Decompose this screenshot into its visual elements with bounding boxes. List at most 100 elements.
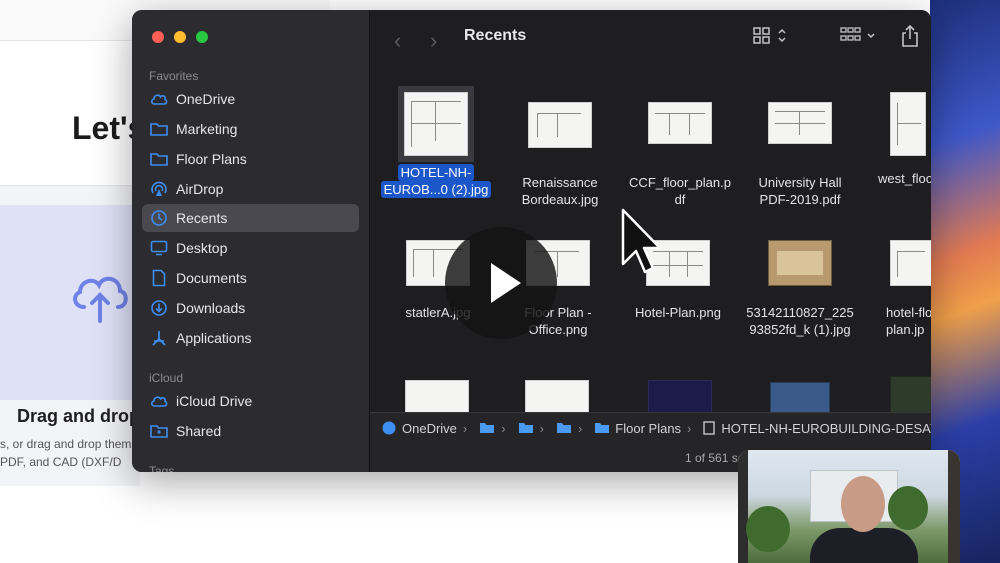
folder-icon: [595, 423, 610, 433]
path-bar: OneDrive › › › › Floor Plans › HOTEL-NH-…: [370, 412, 931, 443]
image-file-icon: [703, 421, 716, 435]
file-thumbnail: [890, 92, 926, 156]
file-name-line: plan.jp: [886, 322, 925, 337]
path-segment-label: Floor Plans: [615, 420, 682, 436]
folder-icon: [150, 150, 168, 168]
file-name-line: EUROB...0 (2).jpg: [380, 181, 492, 198]
folder-icon: [556, 423, 571, 433]
file-thumbnail[interactable]: [525, 380, 589, 416]
path-segment-folder[interactable]: [479, 422, 495, 434]
file-thumbnail[interactable]: [770, 382, 830, 416]
sidebar-item-documents[interactable]: Documents: [142, 264, 359, 292]
file-item[interactable]: CCF_floor_plan.p df: [620, 102, 740, 208]
chevron-right-icon: ›: [539, 420, 544, 436]
sidebar-item-shared[interactable]: Shared: [142, 417, 359, 445]
cloud-icon: [150, 90, 168, 108]
folder-icon: [518, 423, 533, 433]
file-thumbnail[interactable]: [648, 380, 712, 416]
sidebar-item-airdrop[interactable]: AirDrop: [142, 175, 359, 203]
file-item[interactable]: Renaissance Bordeaux.jpg: [500, 102, 620, 208]
sidebar-item-icloud-drive[interactable]: iCloud Drive: [142, 387, 359, 415]
cloud-upload-icon: [73, 276, 128, 323]
sidebar-item-label: Marketing: [176, 121, 238, 137]
file-item[interactable]: west_floo: [860, 92, 931, 187]
file-name: HOTEL-NH- EUROB...0 (2).jpg: [376, 164, 496, 198]
file-name-line: 93852fd_k (1).jpg: [749, 322, 851, 337]
file-name-line: CCF_floor_plan.p: [629, 175, 731, 190]
sidebar-item-label: Documents: [176, 270, 247, 286]
sidebar-item-downloads[interactable]: Downloads: [142, 294, 359, 322]
finder-sidebar: Favorites OneDrive Marketing Floor Plans…: [132, 10, 370, 472]
sidebar-item-onedrive[interactable]: OneDrive: [142, 85, 359, 113]
sidebar-item-label: Floor Plans: [176, 151, 247, 167]
sidebar-item-label: AirDrop: [176, 181, 224, 197]
file-name-line: df: [674, 192, 686, 207]
file-name-line: University Hall: [758, 175, 842, 190]
file-item[interactable]: hotel-flo plan.jp: [860, 240, 931, 338]
folder-icon: [150, 120, 168, 138]
sidebar-item-desktop[interactable]: Desktop: [142, 234, 359, 262]
file-name-line: hotel-flo: [886, 305, 931, 320]
back-arrow-icon[interactable]: ‹: [394, 28, 401, 54]
video-play-button[interactable]: [445, 227, 557, 339]
supported-formats: PDF, and CAD (DXF/D: [0, 455, 122, 469]
file-item[interactable]: 53142110827_225 93852fd_k (1).jpg: [740, 240, 860, 338]
sidebar-item-label: Shared: [176, 423, 222, 439]
file-thumbnail: [648, 102, 712, 144]
file-item[interactable]: University Hall PDF-2019.pdf: [740, 102, 860, 208]
path-segment-folder[interactable]: [556, 422, 572, 434]
file-thumbnail: [768, 240, 832, 286]
group-by-menu-icon[interactable]: [840, 26, 882, 46]
file-name-line: 53142110827_225: [746, 305, 854, 320]
close-window-button[interactable]: [152, 31, 164, 43]
forward-arrow-icon[interactable]: ›: [430, 28, 437, 54]
chevron-right-icon: ›: [687, 420, 692, 436]
file-name-line: HOTEL-NH-: [397, 164, 475, 181]
tree: [888, 486, 928, 530]
drop-instructions: s, or drag and drop them: [0, 437, 132, 451]
file-name-line: west_floo: [878, 171, 931, 186]
zoom-window-button[interactable]: [196, 31, 208, 43]
path-segment-label: HOTEL-NH-EUROBUILDING-DESAYUNADOR: [721, 420, 931, 436]
file-name: west_floo: [878, 170, 931, 187]
path-segment-label: OneDrive: [402, 420, 457, 436]
play-icon: [491, 263, 521, 303]
file-name-line: Renaissance: [522, 175, 598, 190]
tags-section-label: Tags: [149, 464, 175, 472]
sidebar-item-applications[interactable]: Applications: [142, 324, 359, 352]
file-thumbnail: [398, 86, 474, 162]
sidebar-item-label: OneDrive: [176, 91, 236, 107]
sidebar-item-label: Downloads: [176, 300, 246, 316]
file-name: Hotel-Plan.png: [618, 304, 738, 321]
file-thumbnail[interactable]: [890, 376, 931, 416]
sidebar-item-marketing[interactable]: Marketing: [142, 115, 359, 143]
favorites-section-label: Favorites: [149, 69, 199, 83]
file-name: Renaissance Bordeaux.jpg: [500, 174, 620, 208]
icloud-section-label: iCloud: [149, 371, 184, 385]
document-icon: [150, 269, 168, 287]
shared-folder-icon: [150, 422, 168, 440]
file-name: hotel-flo plan.jp: [886, 304, 931, 338]
sidebar-item-label: iCloud Drive: [176, 393, 253, 409]
file-name-line: Hotel-Plan.png: [635, 305, 721, 320]
folder-icon: [480, 423, 495, 433]
minimize-window-button[interactable]: [174, 31, 186, 43]
cloud-icon: [150, 392, 168, 410]
chevron-right-icon: ›: [577, 420, 583, 436]
icon-view-toggle-icon[interactable]: [753, 26, 793, 46]
share-icon[interactable]: [900, 24, 920, 48]
file-name-line: PDF-2019.pdf: [759, 192, 841, 207]
presenter-face: [841, 476, 885, 532]
file-item[interactable]: HOTEL-NH- EUROB...0 (2).jpg: [376, 86, 496, 198]
sidebar-item-label: Desktop: [176, 240, 228, 256]
sidebar-item-floor-plans[interactable]: Floor Plans: [142, 145, 359, 173]
sidebar-item-recents[interactable]: Recents: [142, 204, 359, 232]
download-icon: [150, 299, 168, 317]
path-segment-floor-plans[interactable]: Floor Plans: [594, 421, 681, 436]
path-segment-onedrive[interactable]: OneDrive: [382, 421, 457, 436]
file-thumbnail[interactable]: [405, 380, 469, 416]
desktop-icon: [150, 239, 168, 257]
path-segment-file[interactable]: HOTEL-NH-EUROBUILDING-DESAYUNADOR: [703, 421, 931, 436]
path-segment-folder[interactable]: [518, 422, 534, 434]
applications-icon: [150, 329, 168, 347]
